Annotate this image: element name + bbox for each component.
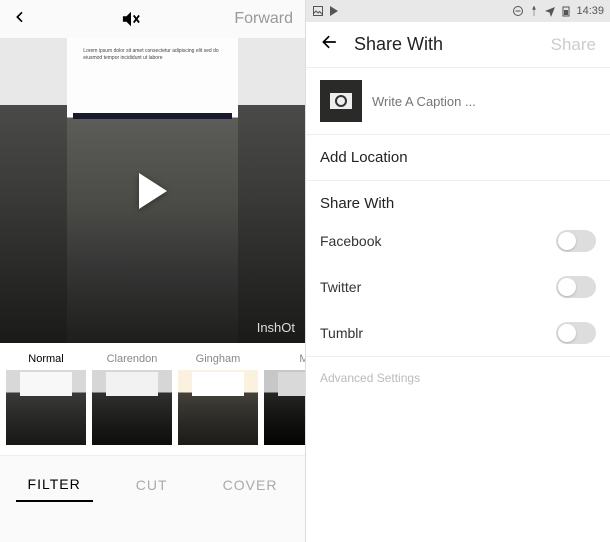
share-panel: 14:39 Share With Share Add Location Shar… bbox=[305, 0, 610, 542]
filter-thumbnail bbox=[178, 370, 258, 445]
dnd-icon bbox=[512, 5, 524, 17]
video-watermark: InshOt bbox=[257, 320, 295, 335]
tab-filter[interactable]: FILTER bbox=[16, 468, 93, 502]
play-icon[interactable] bbox=[139, 173, 167, 209]
caption-row bbox=[306, 68, 610, 134]
filter-thumbnail bbox=[6, 370, 86, 445]
filter-strip: Normal Clarendon Gingham M bbox=[0, 343, 305, 455]
status-left bbox=[312, 5, 340, 17]
image-icon bbox=[312, 5, 324, 17]
status-bar: 14:39 bbox=[306, 0, 610, 22]
share-button[interactable]: Share bbox=[551, 35, 596, 55]
filter-item-gingham[interactable]: Gingham bbox=[178, 353, 258, 445]
facebook-label: Facebook bbox=[320, 233, 381, 249]
caption-input[interactable] bbox=[372, 94, 596, 109]
filter-thumbnail bbox=[92, 370, 172, 445]
camera-icon bbox=[330, 93, 352, 109]
airplane-icon bbox=[544, 5, 556, 17]
facebook-toggle[interactable] bbox=[556, 230, 596, 252]
video-document-overlay: Lorem ipsum dolor sit amet consectetur a… bbox=[79, 44, 225, 104]
twitter-label: Twitter bbox=[320, 279, 361, 295]
mute-icon[interactable] bbox=[120, 10, 142, 28]
video-laptop-hinge bbox=[73, 113, 232, 119]
editor-header: Forward bbox=[0, 0, 305, 38]
editor-tabs: FILTER CUT COVER bbox=[0, 455, 305, 513]
video-preview[interactable]: Lorem ipsum dolor sit amet consectetur a… bbox=[0, 38, 305, 343]
share-header: Share With Share bbox=[306, 22, 610, 68]
location-icon bbox=[528, 5, 540, 17]
tumblr-label: Tumblr bbox=[320, 325, 363, 341]
advanced-settings-row[interactable]: Advanced Settings bbox=[306, 356, 610, 399]
filter-item-clarendon[interactable]: Clarendon bbox=[92, 353, 172, 445]
filter-item-normal[interactable]: Normal bbox=[6, 353, 86, 445]
tab-cut[interactable]: CUT bbox=[124, 469, 180, 501]
share-facebook-row: Facebook bbox=[306, 218, 610, 264]
filter-thumbnail bbox=[264, 370, 305, 445]
post-thumbnail[interactable] bbox=[320, 80, 362, 122]
filter-label: Gingham bbox=[196, 353, 241, 366]
back-icon[interactable] bbox=[12, 9, 28, 30]
video-editor-panel: Forward Lorem ipsum dolor sit amet conse… bbox=[0, 0, 305, 542]
share-tumblr-row: Tumblr bbox=[306, 310, 610, 356]
play-store-icon bbox=[328, 5, 340, 17]
twitter-toggle[interactable] bbox=[556, 276, 596, 298]
status-right: 14:39 bbox=[512, 5, 604, 17]
tab-cover[interactable]: COVER bbox=[211, 469, 290, 501]
filter-label: Normal bbox=[28, 353, 63, 366]
tumblr-toggle[interactable] bbox=[556, 322, 596, 344]
share-twitter-row: Twitter bbox=[306, 264, 610, 310]
forward-button[interactable]: Forward bbox=[234, 10, 293, 28]
page-title: Share With bbox=[354, 34, 443, 55]
status-time: 14:39 bbox=[576, 5, 604, 17]
back-arrow-icon[interactable] bbox=[320, 32, 340, 57]
filter-label: Clarendon bbox=[107, 353, 158, 366]
battery-icon bbox=[560, 5, 572, 17]
add-location-row[interactable]: Add Location bbox=[306, 134, 610, 180]
filter-item-more[interactable]: M bbox=[264, 353, 305, 445]
share-with-label: Share With bbox=[306, 180, 610, 218]
